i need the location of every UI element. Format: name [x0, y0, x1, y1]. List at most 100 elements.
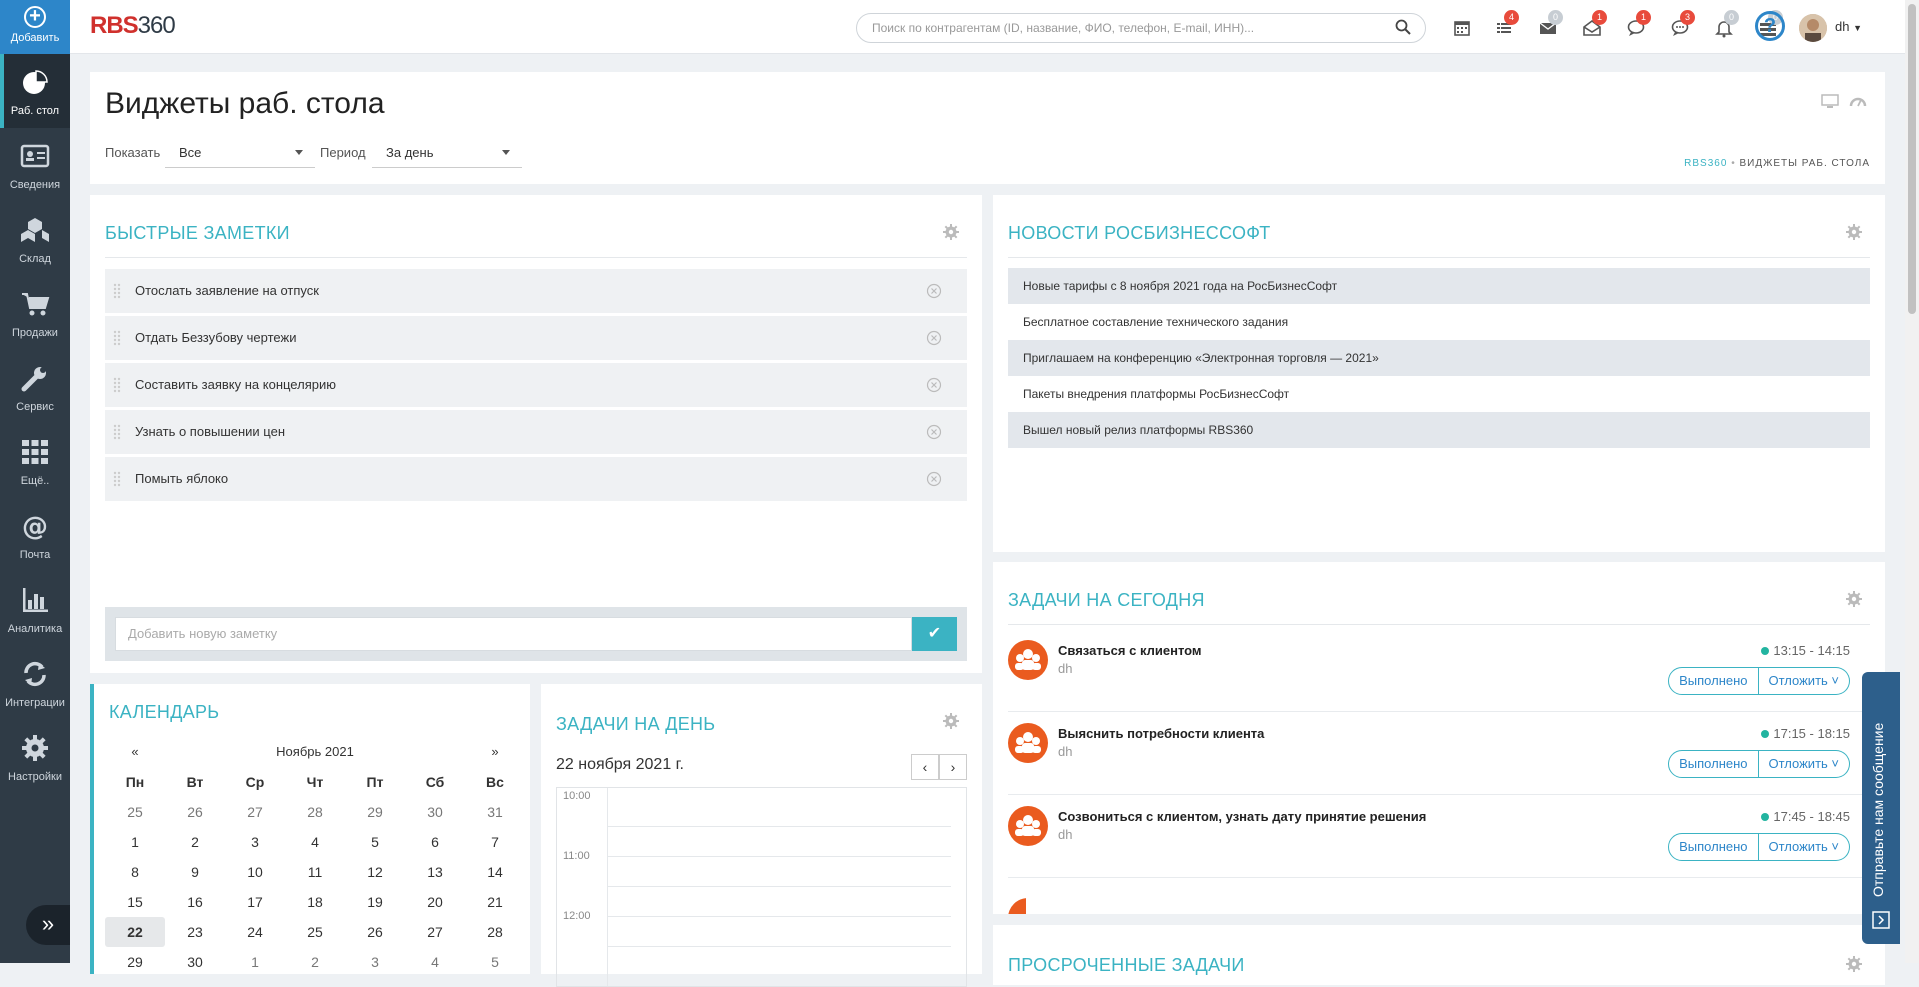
news-item[interactable]: Пакеты внедрения платформы РосБизнесСофт — [1008, 376, 1870, 412]
postpone-button[interactable]: Отложить ˅ — [1758, 750, 1850, 778]
task-item[interactable]: Связаться с клиентом dh 13:15 - 14:15 Вы… — [1008, 630, 1870, 712]
show-select[interactable]: Все — [165, 136, 315, 168]
calendar-day[interactable]: 30 — [165, 947, 225, 977]
scrollbar-thumb[interactable] — [1908, 4, 1916, 314]
expand-sidebar-button[interactable]: » — [26, 905, 70, 945]
task-item[interactable]: Созвониться с клиентом, узнать дату прин… — [1008, 796, 1870, 878]
note-item[interactable]: Помыть яблоко — [105, 457, 967, 501]
comments-button[interactable]: 1 — [1626, 10, 1651, 38]
calendar-day-today[interactable]: 22 — [105, 917, 165, 947]
note-item[interactable]: Составить заявку на концелярию — [105, 363, 967, 407]
drag-handle-icon[interactable] — [113, 377, 121, 393]
calendar-icon[interactable] — [1452, 18, 1472, 38]
inbox-button[interactable]: 1 — [1582, 10, 1607, 38]
task-item[interactable]: Выяснить потребности клиента dh 17:15 - … — [1008, 713, 1870, 795]
drag-handle-icon[interactable] — [113, 471, 121, 487]
close-icon[interactable] — [926, 330, 942, 346]
calendar-day[interactable]: 27 — [225, 797, 285, 827]
add-note-button[interactable]: ✔ — [912, 617, 957, 651]
done-button[interactable]: Выполнено — [1668, 750, 1759, 778]
calendar-day[interactable]: 26 — [345, 917, 405, 947]
note-item[interactable]: Отослать заявление на отпуск — [105, 269, 967, 313]
calendar-day[interactable]: 6 — [405, 827, 465, 857]
done-button[interactable]: Выполнено — [1668, 667, 1759, 695]
calendar-day[interactable]: 24 — [225, 917, 285, 947]
calendar-day[interactable]: 4 — [285, 827, 345, 857]
news-item[interactable]: Приглашаем на конференцию «Электронная т… — [1008, 340, 1870, 376]
calendar-day[interactable]: 3 — [225, 827, 285, 857]
drag-handle-icon[interactable] — [113, 283, 121, 299]
sidebar-item-settings[interactable]: Настройки — [0, 720, 70, 794]
drag-handle-icon[interactable] — [113, 424, 121, 440]
sidebar-item-integrations[interactable]: Интеграции — [0, 646, 70, 720]
postpone-button[interactable]: Отложить ˅ — [1758, 833, 1850, 861]
calendar-day[interactable]: 14 — [465, 857, 525, 887]
period-select[interactable]: За день — [372, 136, 522, 168]
sidebar-item-warehouse[interactable]: Склад — [0, 202, 70, 276]
note-item[interactable]: Узнать о повышении цен — [105, 410, 967, 454]
news-item[interactable]: Бесплатное составление технического зада… — [1008, 304, 1870, 340]
next-day-button[interactable]: › — [939, 754, 967, 780]
task-name[interactable]: Выяснить потребности клиента — [1058, 726, 1264, 741]
news-item[interactable]: Новые тарифы с 8 ноября 2021 года на Рос… — [1008, 268, 1870, 304]
close-icon[interactable] — [926, 424, 942, 440]
calendar-day[interactable]: 2 — [285, 947, 345, 977]
sidebar-item-more[interactable]: Ещё.. — [0, 424, 70, 498]
calendar-day[interactable]: 10 — [225, 857, 285, 887]
calendar-day[interactable]: 28 — [285, 797, 345, 827]
calendar-day[interactable]: 11 — [285, 857, 345, 887]
calendar-day[interactable]: 1 — [225, 947, 285, 977]
calendar-day[interactable]: 19 — [345, 887, 405, 917]
next-month-button[interactable]: » — [465, 737, 525, 767]
calendar-day[interactable]: 5 — [465, 947, 525, 977]
page-scrollbar[interactable] — [1905, 0, 1919, 963]
close-icon[interactable] — [926, 377, 942, 393]
task-name[interactable]: Созвониться с клиентом, узнать дату прин… — [1058, 809, 1426, 824]
calendar-day[interactable]: 13 — [405, 857, 465, 887]
chat-button[interactable]: 3 — [1670, 10, 1695, 38]
calendar-day[interactable]: 5 — [345, 827, 405, 857]
prev-day-button[interactable]: ‹ — [911, 754, 939, 780]
calendar-day[interactable]: 17 — [225, 887, 285, 917]
calendar-day[interactable]: 25 — [285, 917, 345, 947]
done-button[interactable]: Выполнено — [1668, 833, 1759, 861]
search-icon[interactable] — [1395, 19, 1411, 35]
avatar[interactable] — [1799, 14, 1827, 42]
tasks-list-button[interactable]: 4 — [1494, 10, 1519, 38]
breadcrumb-home[interactable]: RBS360 — [1684, 158, 1727, 169]
calendar-day[interactable]: 29 — [105, 947, 165, 977]
prev-month-button[interactable]: « — [105, 737, 165, 767]
calendar-day[interactable]: 25 — [105, 797, 165, 827]
sidebar-item-service[interactable]: Сервис — [0, 350, 70, 424]
gear-icon[interactable] — [942, 223, 960, 241]
gear-icon[interactable] — [1845, 955, 1863, 973]
calendar-day[interactable]: 21 — [465, 887, 525, 917]
day-schedule[interactable]: 10:00 11:00 12:00 — [556, 787, 967, 987]
calendar-day[interactable]: 4 — [405, 947, 465, 977]
postpone-button[interactable]: Отложить ˅ — [1758, 667, 1850, 695]
calendar-day[interactable]: 23 — [165, 917, 225, 947]
gear-icon[interactable] — [942, 712, 960, 730]
news-item[interactable]: Вышел новый релиз платформы RBS360 — [1008, 412, 1870, 448]
help-button[interactable]: ? — [1755, 11, 1785, 41]
gear-icon[interactable] — [1845, 590, 1863, 608]
notifications-button[interactable]: 0 — [1714, 10, 1739, 38]
calendar-day[interactable]: 16 — [165, 887, 225, 917]
monitor-icon[interactable] — [1820, 94, 1839, 108]
calendar-day[interactable]: 3 — [345, 947, 405, 977]
new-note-input[interactable]: Добавить новую заметку — [115, 617, 912, 651]
calendar-day[interactable]: 9 — [165, 857, 225, 887]
calendar-day[interactable]: 15 — [105, 887, 165, 917]
calendar-day[interactable]: 8 — [105, 857, 165, 887]
calendar-day[interactable]: 7 — [465, 827, 525, 857]
calendar-day[interactable]: 12 — [345, 857, 405, 887]
add-button[interactable]: + Добавить — [0, 0, 70, 54]
dashboard-icon[interactable] — [1849, 94, 1867, 108]
sidebar-item-desktop[interactable]: Раб. стол — [0, 54, 70, 128]
calendar-day[interactable]: 26 — [165, 797, 225, 827]
mail-button[interactable]: 0 — [1538, 10, 1563, 38]
sidebar-item-sales[interactable]: Продажи — [0, 276, 70, 350]
sidebar-item-analytics[interactable]: Аналитика — [0, 572, 70, 646]
user-menu[interactable]: dh ▼ — [1835, 19, 1862, 34]
note-item[interactable]: Отдать Беззубову чертежи — [105, 316, 967, 360]
